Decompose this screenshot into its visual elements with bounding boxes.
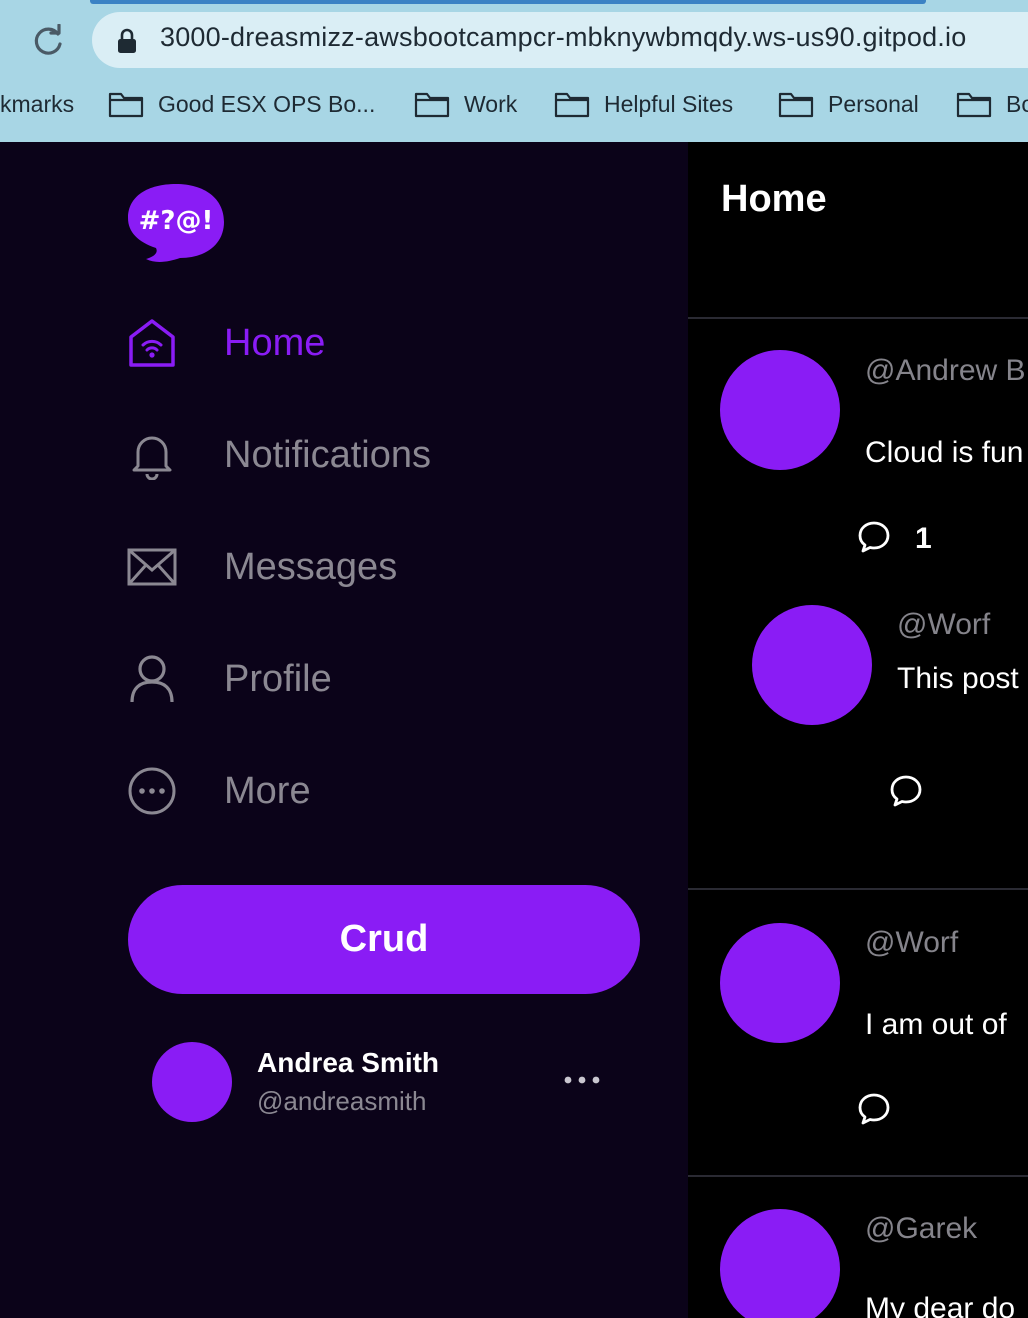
nav-item-profile[interactable]: Profile [126, 649, 332, 709]
page-title: Home [721, 178, 827, 220]
avatar[interactable] [720, 1209, 840, 1318]
bookmark-label: Good ESX OPS Bo... [158, 90, 376, 117]
bookmark-good-esx[interactable]: Good ESX OPS Bo... [108, 84, 375, 124]
activity-message: My dear do [865, 1292, 1016, 1318]
bookmark-personal[interactable]: Personal [778, 84, 919, 124]
envelope-icon [126, 541, 178, 593]
nav-item-messages[interactable]: Messages [126, 537, 397, 597]
nav-item-notifications[interactable]: Notifications [126, 425, 431, 485]
crud-button[interactable]: Crud [128, 885, 640, 994]
home-icon [126, 317, 178, 369]
browser-chrome: 3000-dreasmizz-awsbootcampcr-mbknywbmqdy… [0, 0, 1028, 142]
divider [688, 317, 1028, 319]
user-display-name: Andrea Smith [257, 1047, 440, 1078]
reply-message: This post [897, 662, 1019, 695]
nav-label-more: More [224, 769, 311, 812]
more-circle-icon [126, 765, 178, 817]
bookmark-label: Personal [828, 90, 919, 117]
nav-label-notifications: Notifications [224, 433, 431, 476]
bookmarks-bar: kmarks Good ESX OPS Bo... Work Helpful S… [0, 84, 1028, 124]
logo-text: #?@! [139, 206, 214, 236]
user-handle: @andreasmith [257, 1086, 427, 1116]
divider [688, 1175, 1028, 1177]
folder-icon [778, 92, 814, 118]
bookmark-all[interactable]: kmarks [0, 84, 74, 124]
feed: Home @Andrew B Cloud is fun 1 @Worf This… [688, 142, 1028, 1318]
user-profile-card[interactable]: Andrea Smith @andreasmith [152, 1042, 612, 1122]
activity-handle[interactable]: @Worf [865, 926, 958, 960]
folder-icon [108, 92, 144, 118]
app-logo[interactable]: #?@! [128, 182, 226, 264]
bookmark-label: Bo [1006, 90, 1028, 117]
activity-message: I am out of [865, 1008, 1007, 1041]
reply-icon[interactable] [857, 1092, 891, 1126]
folder-icon [956, 92, 992, 118]
avatar[interactable] [752, 605, 872, 725]
reload-icon[interactable] [30, 24, 66, 60]
activity-handle[interactable]: @Andrew B [865, 354, 1026, 388]
person-icon [126, 653, 178, 705]
reply-handle[interactable]: @Worf [897, 608, 990, 642]
bookmark-work[interactable]: Work [414, 84, 517, 124]
activity-handle[interactable]: @Garek [865, 1212, 977, 1246]
url-text[interactable]: 3000-dreasmizz-awsbootcampcr-mbknywbmqdy… [160, 22, 966, 53]
lock-icon [118, 28, 136, 53]
bell-icon [126, 429, 178, 481]
nav-item-home[interactable]: Home [126, 313, 325, 373]
nav-label-messages: Messages [224, 545, 398, 588]
reply-icon[interactable] [889, 774, 923, 808]
bookmark-helpful-sites[interactable]: Helpful Sites [554, 84, 733, 124]
folder-icon [554, 92, 590, 118]
nav-item-more[interactable]: More [126, 761, 311, 821]
ellipsis-icon[interactable] [562, 1068, 602, 1092]
nav-label-profile: Profile [224, 657, 332, 700]
reply-count: 1 [915, 522, 932, 555]
avatar[interactable] [720, 923, 840, 1043]
avatar[interactable] [720, 350, 840, 470]
reply-icon[interactable] [857, 520, 891, 554]
bookmark-label: Work [464, 90, 518, 117]
bookmark-label: kmarks [0, 90, 75, 117]
folder-icon [414, 92, 450, 118]
bookmark-label: Helpful Sites [604, 90, 734, 117]
bookmark-more[interactable]: Bo [956, 84, 1028, 124]
activity-message: Cloud is fun [865, 436, 1024, 469]
avatar [152, 1042, 232, 1122]
sidebar: #?@! Home Notifications Messages Profile… [0, 142, 688, 1318]
divider [688, 888, 1028, 890]
active-tab-indicator [90, 0, 926, 4]
nav-label-home: Home [224, 321, 326, 364]
